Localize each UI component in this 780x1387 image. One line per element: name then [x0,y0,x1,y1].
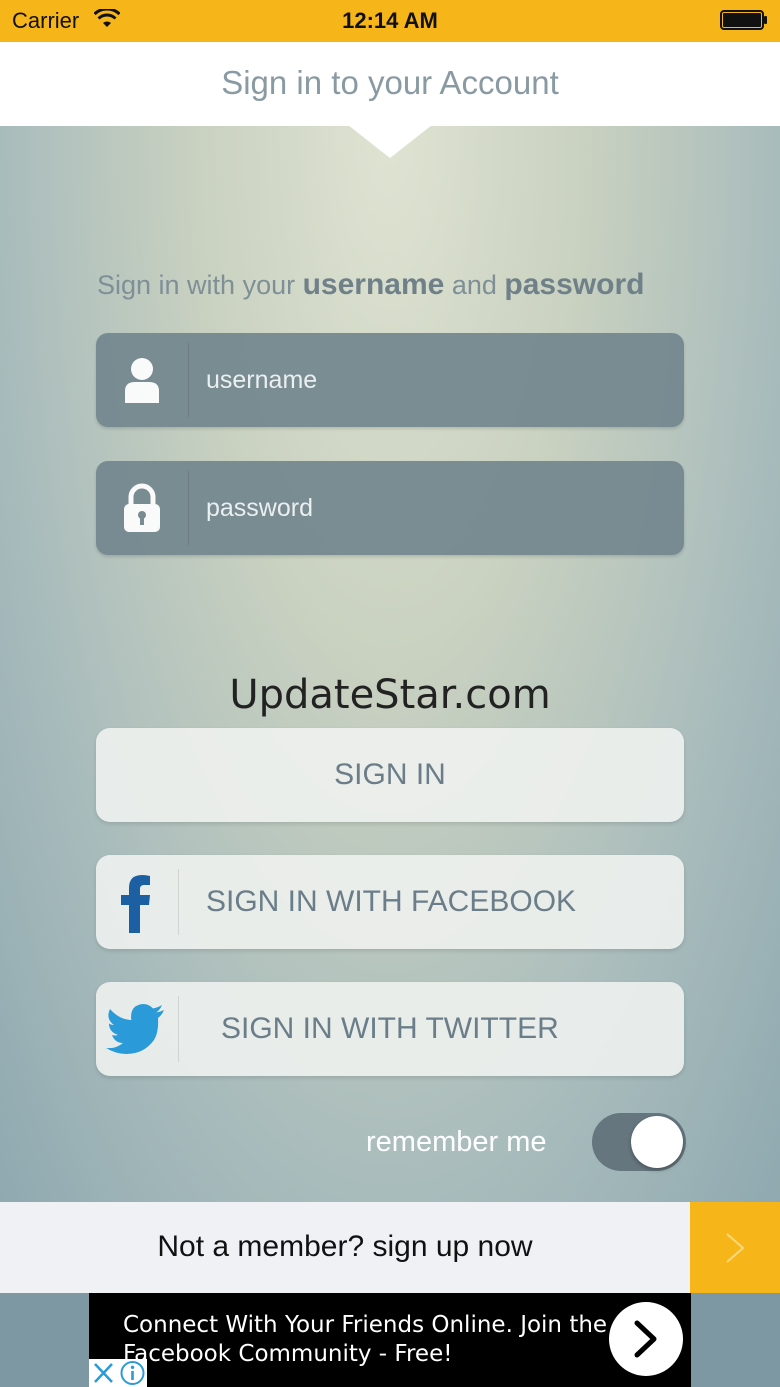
signup-bar[interactable]: Not a member? sign up now [0,1202,690,1293]
intro-text: Sign in with your username and password [97,268,644,302]
facebook-sign-in-button[interactable]: SIGN IN WITH FACEBOOK [96,855,684,949]
signup-arrow-button[interactable] [690,1202,780,1293]
facebook-sign-in-label: SIGN IN WITH FACEBOOK [206,885,577,918]
chevron-right-icon [634,1320,657,1358]
signup-link[interactable]: Not a member? sign up now [0,1230,690,1264]
intro-prefix: Sign in with your [97,270,303,300]
header: Sign in to your Account [0,42,780,126]
twitter-sign-in-label: SIGN IN WITH TWITTER [221,1012,559,1045]
twitter-icon [106,1004,164,1054]
ad-area: Connect With Your Friends Online. Join t… [0,1293,780,1387]
password-input[interactable] [206,461,666,555]
password-field[interactable] [96,461,684,555]
toggle-knob [631,1116,683,1168]
status-bar: Carrier 12:14 AM [0,0,780,42]
remember-me-toggle[interactable] [592,1113,686,1171]
ad-banner[interactable]: Connect With Your Friends Online. Join t… [89,1293,691,1387]
login-panel: Sign in with your username and password … [0,126,780,1202]
chevron-right-icon [726,1233,745,1263]
facebook-icon [121,875,150,933]
battery-icon [720,10,767,30]
button-divider [178,996,179,1062]
close-icon[interactable] [89,1359,118,1387]
lock-icon [124,483,160,532]
intro-middle: and [444,270,505,300]
sign-in-label: SIGN IN [334,758,446,791]
twitter-sign-in-button[interactable]: SIGN IN WITH TWITTER [96,982,684,1076]
header-notch [348,125,432,158]
intro-username-word: username [302,268,445,301]
field-divider [188,471,189,545]
watermark: UpdateStar.com [229,672,551,718]
username-input[interactable] [206,333,666,427]
user-icon [125,358,159,403]
button-divider [178,869,179,935]
field-divider [188,343,189,417]
ad-text: Connect With Your Friends Online. Join t… [123,1312,608,1367]
username-field[interactable] [96,333,684,427]
sign-in-button[interactable]: SIGN IN [96,728,684,822]
intro-password-word: password [504,268,645,301]
page-title: Sign in to your Account [221,64,559,101]
remember-me-label: remember me [366,1126,547,1158]
info-icon[interactable] [118,1359,147,1387]
ad-arrow-button[interactable] [609,1302,683,1376]
ad-controls [89,1359,147,1387]
clock: 12:14 AM [342,8,438,33]
